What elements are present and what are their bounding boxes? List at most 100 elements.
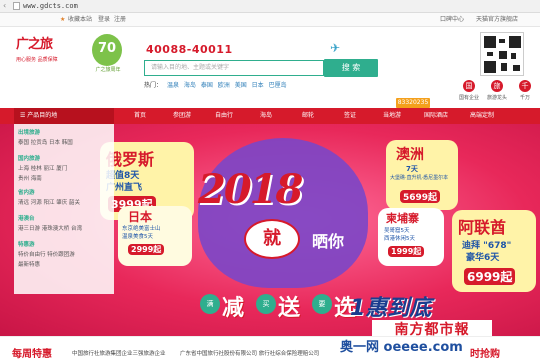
- anniversary-caption: 广之旅周年: [95, 67, 121, 73]
- hot-link[interactable]: 日本: [252, 82, 264, 89]
- category-group[interactable]: 特惠游 特价自由行 特价跟团游 最新特惠: [18, 240, 75, 268]
- qr-code: [480, 32, 524, 76]
- slogan-chip: 要: [312, 294, 332, 314]
- category-heading[interactable]: 港澳台: [18, 214, 82, 222]
- browser-url-bar: ‹ www.gdcts.com: [0, 0, 540, 13]
- hot-link[interactable]: 泰国: [201, 82, 213, 89]
- hot-link[interactable]: 巴厘岛: [269, 82, 287, 89]
- url-text[interactable]: www.gdcts.com: [23, 0, 78, 13]
- trust-badge[interactable]: 旅 旅游龙头: [483, 80, 511, 101]
- category-row[interactable]: 清远 河源 阳江 肇庆 韶关: [18, 198, 80, 206]
- heart-shape: [198, 138, 368, 288]
- slogan-hui: 1惠到底: [350, 296, 432, 321]
- badge-icon: 国: [463, 80, 475, 92]
- category-label: 产品目的地: [27, 112, 58, 119]
- category-dropdown[interactable]: 出境旅游 泰国 拉贡岛 日本 韩国 国内旅游 上海 桂林 丽江 厦门 贵州 海南…: [14, 124, 114, 294]
- badge-icon: 千: [519, 80, 531, 92]
- promo-card-uae[interactable]: 阿联酋 迪拜 "678" 豪华6天 6999起: [452, 210, 536, 292]
- airplane-icon: ✈: [330, 41, 341, 55]
- category-group[interactable]: 省内游 清远 河源 阳江 肇庆 韶关: [18, 188, 80, 206]
- category-row[interactable]: 泰国 拉贡岛 日本 韩国: [18, 138, 73, 146]
- nav-item-local[interactable]: 当地游: [372, 108, 412, 124]
- hot-link[interactable]: 美国: [235, 82, 247, 89]
- site-logo[interactable]: 广之旅 用心服务 品质保障 70 广之旅周年: [12, 32, 130, 80]
- category-menu-toggle[interactable]: ☰ 产品目的地: [14, 108, 114, 124]
- promo-price: 2999起: [128, 244, 165, 255]
- nav-item-hotels[interactable]: 国际酒店: [414, 108, 458, 124]
- nav-item-free-travel[interactable]: 自由行: [204, 108, 244, 124]
- back-icon[interactable]: ‹: [3, 1, 12, 11]
- hot-label: 热门：: [144, 82, 163, 89]
- promo-price: 5699起: [400, 190, 441, 203]
- promo-line: 吴哥窟5天: [384, 228, 410, 234]
- promo-line: 东京绝美富士山: [122, 226, 161, 232]
- category-group[interactable]: 港澳台 港三日游 港珠澳大桥 台湾: [18, 214, 82, 232]
- promo-title: 柬埔寨: [386, 212, 419, 225]
- badge-label: 千万: [519, 95, 530, 101]
- star-icon: ★: [60, 16, 66, 23]
- slogan-chip: 满: [200, 294, 220, 314]
- promo-line: 大堡礁·直升机·悉尼墨尔本: [390, 175, 449, 181]
- shai-text: 晒你: [312, 232, 345, 251]
- category-heading[interactable]: 国内旅游: [18, 154, 67, 162]
- weekly-deals-title[interactable]: 每周特惠: [12, 345, 52, 360]
- top-utility-bar: ★ 收藏本站 登录 注册 口碑中心 天猫官方旗舰店: [0, 13, 540, 27]
- search-input[interactable]: 请输入目的地、主题或关键字: [144, 60, 324, 76]
- category-heading[interactable]: 特惠游: [18, 240, 75, 248]
- category-group[interactable]: 国内旅游 上海 桂林 丽江 厦门 贵州 海南: [18, 154, 67, 182]
- logo-text: 广之旅: [16, 37, 53, 52]
- register-link[interactable]: 注册: [114, 13, 126, 27]
- login-link[interactable]: 登录: [98, 13, 110, 27]
- category-row[interactable]: 上海 桂林 丽江 厦门: [18, 164, 67, 172]
- promo-price: 6999起: [464, 268, 516, 285]
- badge-label: 国有企业: [458, 95, 479, 101]
- nav-item-cruise[interactable]: 邮轮: [288, 108, 328, 124]
- hot-search-row: 热门： 温泉 海岛 泰国 欧洲 美国 日本 巴厘岛: [144, 80, 290, 89]
- category-row[interactable]: 特价自由行 特价跟团游: [18, 250, 75, 258]
- trust-badge[interactable]: 国 国有企业: [455, 80, 483, 101]
- badge-icon: 旅: [491, 80, 503, 92]
- promo-card-japan[interactable]: 日本 东京绝美富士山 温泉美食5天 2999起: [118, 206, 192, 266]
- promo-title: 阿联酋: [458, 218, 507, 237]
- promo-price: 1999起: [388, 246, 425, 257]
- hot-link[interactable]: 欧洲: [218, 82, 230, 89]
- category-heading[interactable]: 出境旅游: [18, 128, 73, 136]
- category-row[interactable]: 港三日游 港珠澳大桥 台湾: [18, 224, 82, 232]
- hot-link[interactable]: 温泉: [167, 82, 179, 89]
- page-icon: [13, 2, 20, 10]
- slogan-word: 减: [222, 296, 245, 321]
- promo-line: 西港休闲5天: [384, 236, 415, 242]
- category-heading[interactable]: 省内游: [18, 188, 80, 196]
- logo-tagline: 用心服务 品质保障: [16, 57, 58, 63]
- promo-card-cambodia[interactable]: 柬埔寨 吴哥窟5天 西港休闲5天 1999起: [378, 208, 444, 266]
- nav-badge: 83320235: [396, 98, 430, 108]
- banner-year: 2018: [198, 166, 303, 213]
- promo-title: 日本: [128, 210, 153, 224]
- promo-line: 温泉美食5天: [122, 234, 153, 240]
- trust-badge[interactable]: 千 千万: [511, 80, 539, 101]
- category-row[interactable]: 最新特惠: [18, 260, 75, 268]
- hot-link[interactable]: 海岛: [184, 82, 196, 89]
- slogan-word: 送: [278, 296, 301, 321]
- user-center-link[interactable]: 口碑中心: [440, 13, 464, 27]
- search-button[interactable]: 搜 索: [324, 59, 378, 77]
- nav-item-visa[interactable]: 签证: [330, 108, 370, 124]
- tmall-store-link[interactable]: 天猫官方旗舰店: [476, 13, 518, 27]
- nav-item-custom[interactable]: 高端定制: [460, 108, 504, 124]
- slogan-chip: 买: [256, 294, 276, 314]
- promo-card-australia[interactable]: 澳洲 7天 大堡礁·直升机·悉尼墨尔本 5699起: [386, 140, 458, 210]
- nav-item-islands[interactable]: 海岛: [246, 108, 286, 124]
- badge-label: 旅游龙头: [486, 95, 507, 101]
- category-row[interactable]: 贵州 海南: [18, 174, 67, 182]
- jiu-bubble: 就: [244, 219, 300, 259]
- favorite-link[interactable]: 收藏本站: [68, 13, 92, 27]
- footer-item[interactable]: 中国旅行社旅游集团企业三强旅游企业: [72, 349, 166, 357]
- category-group[interactable]: 出境旅游 泰国 拉贡岛 日本 韩国: [18, 128, 73, 146]
- nav-item-home[interactable]: 首页: [120, 108, 160, 124]
- footer-item[interactable]: 广东省中国旅行社股份有限公司 旅行社综合保险理赔公司: [180, 349, 319, 357]
- promo-line: 豪华6天: [466, 253, 500, 263]
- watermark: 奥一网 oeeee.com: [340, 340, 463, 355]
- flash-sale-title[interactable]: 时抢购: [470, 345, 500, 360]
- hotline-number: 40088-40011: [146, 43, 233, 56]
- nav-item-group-tour[interactable]: 参团游: [162, 108, 202, 124]
